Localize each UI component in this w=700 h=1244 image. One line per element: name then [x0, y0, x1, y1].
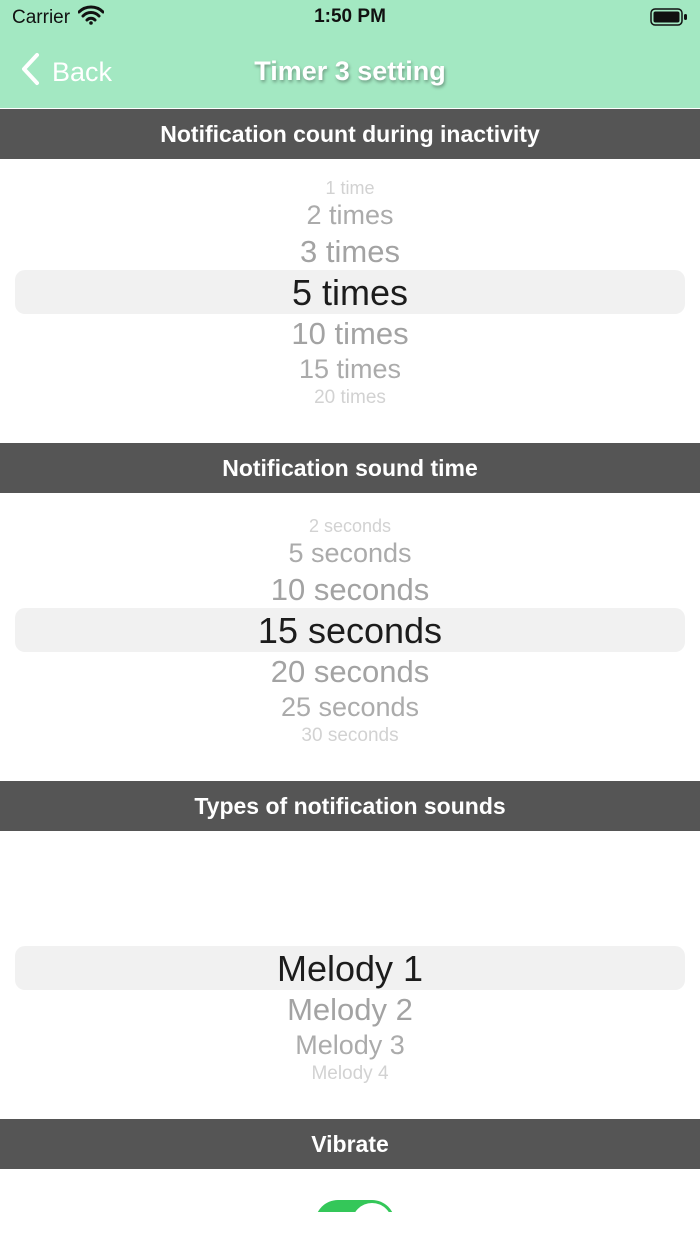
picker-option-selected[interactable]: 15 seconds — [0, 613, 700, 649]
picker-option[interactable]: 20 seconds — [0, 656, 700, 687]
picker-option[interactable]: 10 times — [0, 318, 700, 349]
sound-type-picker[interactable]: Melody 1 Melody 2 Melody 3 Melody 4 — [0, 831, 700, 1119]
picker-option[interactable]: Melody 2 — [0, 994, 700, 1025]
picker-option[interactable]: Melody 3 — [0, 1032, 700, 1059]
picker-option-selected[interactable]: 5 times — [0, 275, 700, 311]
picker-option[interactable]: 5 seconds — [0, 540, 700, 567]
picker-option-selected[interactable]: Melody 1 — [0, 951, 700, 987]
notification-count-picker[interactable]: 1 time 2 times 3 times 5 times 10 times … — [0, 159, 700, 443]
picker-option[interactable]: 25 seconds — [0, 694, 700, 721]
section-header-notification-count: Notification count during inactivity — [0, 109, 700, 159]
section-header-vibrate: Vibrate — [0, 1119, 700, 1169]
section-header-sound-time: Notification sound time — [0, 443, 700, 493]
picker-option[interactable]: 30 seconds — [0, 726, 700, 745]
picker-option[interactable]: 10 seconds — [0, 574, 700, 605]
picker-option[interactable]: 20 times — [0, 388, 700, 407]
picker-option[interactable]: 15 times — [0, 356, 700, 383]
status-time: 1:50 PM — [314, 6, 386, 27]
page-title: Timer 3 setting — [254, 56, 446, 86]
picker-option[interactable]: 2 times — [0, 202, 700, 229]
picker-option[interactable]: 3 times — [0, 236, 700, 267]
picker-option[interactable]: 1 time — [0, 179, 700, 197]
section-header-sound-type: Types of notification sounds — [0, 781, 700, 831]
battery-icon — [650, 8, 688, 26]
picker-option[interactable]: Melody 4 — [0, 1064, 700, 1083]
navigation-bar: Carrier 1:50 PM Back Timer 3 setting — [0, 0, 700, 108]
picker-option[interactable]: 2 seconds — [0, 517, 700, 535]
sound-time-picker[interactable]: 2 seconds 5 seconds 10 seconds 15 second… — [0, 493, 700, 781]
vibrate-toggle[interactable] — [0, 1196, 700, 1212]
